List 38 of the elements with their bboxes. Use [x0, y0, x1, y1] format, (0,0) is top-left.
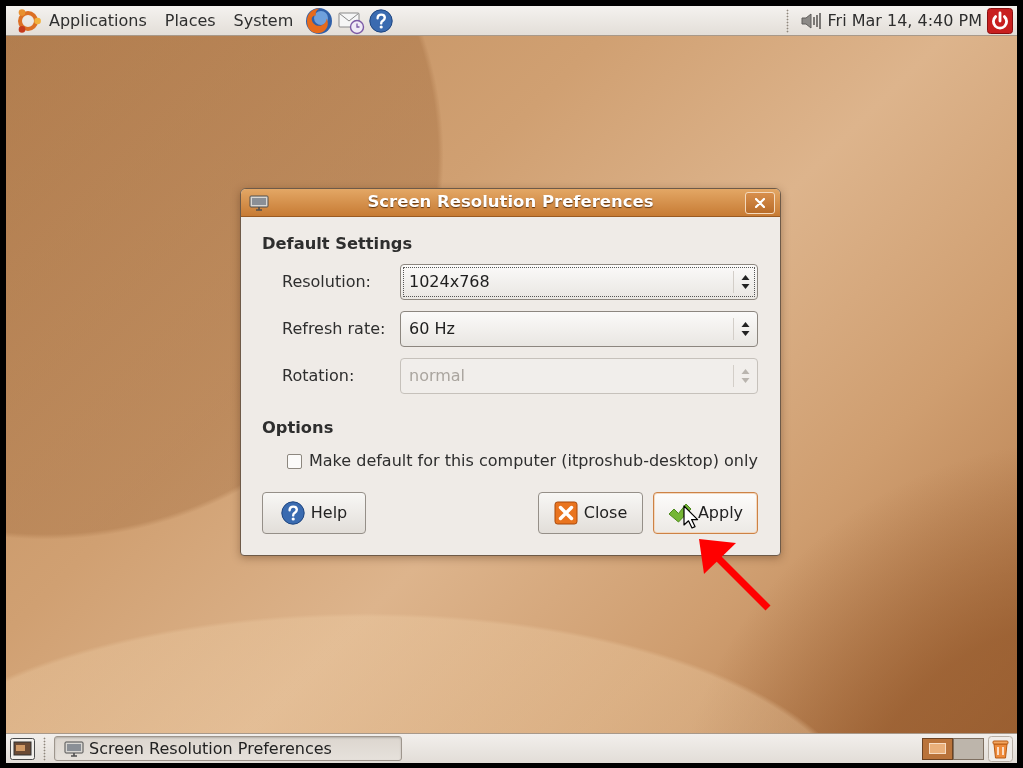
- taskbar-window-button[interactable]: Screen Resolution Preferences: [54, 736, 402, 761]
- help-icon: [280, 501, 305, 525]
- field-label: Rotation:: [282, 366, 356, 386]
- annotation-arrow: [699, 539, 771, 611]
- panel-clock[interactable]: Fri Mar 14, 4:40 PM: [827, 10, 982, 31]
- x-square-icon: [553, 501, 578, 525]
- panel-menu[interactable]: System: [225, 10, 302, 31]
- dropdown[interactable]: 60 Hz: [400, 311, 758, 347]
- section-heading: Default Settings: [262, 234, 414, 254]
- panel-menu[interactable]: Applications: [41, 10, 155, 31]
- close-icon: [755, 197, 765, 208]
- checkbox-label: Make default for this computer (itproshub-desktop) only: [309, 451, 758, 471]
- field-label: Resolution:: [282, 272, 372, 292]
- trash-icon[interactable]: [988, 735, 1013, 762]
- updown-arrows-icon: [741, 368, 750, 384]
- apply-button[interactable]: Apply: [653, 492, 758, 534]
- checkbox[interactable]: [287, 453, 302, 469]
- updown-arrows-icon: [741, 321, 750, 337]
- field-label: Refresh rate:: [282, 319, 387, 339]
- close-button[interactable]: Close: [538, 492, 643, 534]
- mouse-pointer-icon: [683, 505, 699, 529]
- help-icon[interactable]: [369, 8, 394, 33]
- workspace-button[interactable]: [922, 737, 953, 760]
- section-heading: Options: [262, 418, 335, 438]
- panel-menu[interactable]: Places: [156, 10, 224, 31]
- window-close-button[interactable]: [745, 191, 775, 214]
- monitor-icon: [64, 740, 84, 757]
- show-desktop-icon[interactable]: [10, 737, 35, 760]
- power-icon[interactable]: [987, 7, 1013, 34]
- globe-icon[interactable]: [305, 6, 334, 35]
- workspace-button[interactable]: [953, 737, 984, 760]
- help-button[interactable]: Help: [262, 492, 366, 534]
- monitor-icon: [249, 194, 269, 211]
- window-title: Screen Resolution Preferences: [366, 192, 655, 213]
- ubuntu-logo-icon[interactable]: [15, 7, 41, 34]
- dropdown[interactable]: 1024x768: [400, 264, 758, 300]
- updown-arrows-icon: [741, 274, 750, 290]
- speaker-icon[interactable]: [800, 10, 823, 31]
